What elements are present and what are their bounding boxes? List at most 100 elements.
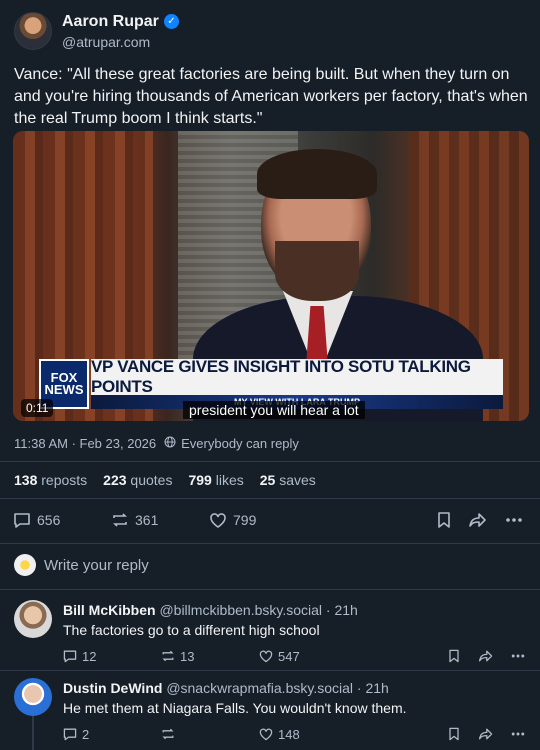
reply-author-handle[interactable]: @billmckibben.bsky.social <box>159 602 322 618</box>
repost-count: 13 <box>180 648 195 664</box>
stat-reposts-count: 138 <box>14 472 38 488</box>
repost-icon <box>162 650 174 662</box>
repost-button[interactable]: 13 <box>160 648 194 664</box>
more-icon <box>506 518 522 522</box>
like-count: 799 <box>233 512 257 528</box>
video-frame-person-beard <box>275 241 359 301</box>
stat-saves-count: 25 <box>259 472 276 488</box>
heart-icon <box>210 513 226 528</box>
avatar[interactable] <box>14 12 52 50</box>
bookmark-icon <box>438 512 450 528</box>
reply-button[interactable]: 656 <box>12 510 60 530</box>
repost-count: 361 <box>135 512 159 528</box>
bookmark-button[interactable] <box>434 510 459 530</box>
bookmark-icon <box>449 649 459 663</box>
bookmark-button[interactable] <box>446 726 466 742</box>
divider <box>0 589 540 590</box>
bookmark-icon <box>449 727 459 741</box>
post-author[interactable]: Aaron Rupar ✓ @atrupar.com <box>14 12 179 50</box>
video-frame-person-hair <box>257 149 377 199</box>
reply-icon <box>63 728 77 741</box>
repost-button[interactable] <box>160 726 180 742</box>
share-icon <box>478 728 493 740</box>
share-icon <box>478 650 493 662</box>
share-icon <box>469 513 486 527</box>
more-options-button[interactable] <box>510 726 530 742</box>
like-count: 547 <box>278 648 300 664</box>
reply-actions: 2 148 <box>60 726 530 744</box>
reply-author-name[interactable]: Dustin DeWind <box>63 680 162 696</box>
repost-button[interactable]: 361 <box>110 510 158 530</box>
share-button[interactable] <box>478 726 498 742</box>
divider <box>0 498 540 499</box>
like-button[interactable]: 148 <box>258 726 300 742</box>
reply-composer[interactable]: Write your reply <box>14 554 149 576</box>
divider <box>0 670 540 671</box>
reply-text: He met them at Niagara Falls. You wouldn… <box>63 700 407 716</box>
stat-reposts-label: reposts <box>41 472 88 488</box>
more-options-button[interactable] <box>510 648 530 664</box>
heart-icon <box>259 728 273 741</box>
stat-quotes-label: quotes <box>130 472 173 488</box>
divider <box>0 543 540 544</box>
stat-likes-count: 799 <box>188 472 212 488</box>
reply-author-name[interactable]: Bill McKibben <box>63 602 156 618</box>
like-count: 148 <box>278 726 300 742</box>
reply-text: The factories go to a different high sch… <box>63 622 320 638</box>
stat-reposts[interactable]: 138 reposts <box>14 472 87 488</box>
stat-quotes-count: 223 <box>103 472 127 488</box>
stat-likes[interactable]: 799 likes <box>188 472 243 488</box>
thread-line <box>32 716 34 750</box>
more-icon <box>511 654 525 658</box>
reply-header: Bill McKibben @billmckibben.bsky.social … <box>63 602 358 618</box>
avatar[interactable] <box>14 678 52 716</box>
reply-button[interactable]: 12 <box>62 648 96 664</box>
globe-icon <box>164 436 176 451</box>
post-stats: 138 reposts 223 quotes 799 likes 25 save… <box>14 472 332 488</box>
reply-button[interactable]: 2 <box>62 726 89 742</box>
share-button[interactable] <box>478 648 498 664</box>
reply-visibility[interactable]: Everybody can reply <box>181 436 299 451</box>
divider <box>0 461 540 462</box>
post-text: Vance: "All these great factories are be… <box>14 66 528 127</box>
stat-likes-label: likes <box>215 472 244 488</box>
heart-icon <box>259 650 273 663</box>
reply-placeholder[interactable]: Write your reply <box>44 557 149 574</box>
repost-icon <box>113 513 127 527</box>
author-name-row[interactable]: Aaron Rupar ✓ <box>62 13 179 31</box>
fox-news-logo-line2: NEWS <box>44 382 84 397</box>
more-icon <box>511 732 525 736</box>
current-user-avatar <box>14 554 36 576</box>
stat-quotes[interactable]: 223 quotes <box>103 472 172 488</box>
author-name[interactable]: Aaron Rupar <box>62 13 159 31</box>
stat-saves[interactable]: 25 saves <box>260 472 316 488</box>
reply-author-handle[interactable]: @snackwrapmafia.bsky.social <box>166 680 353 696</box>
post-meta: 11:38 AM · Feb 23, 2026 Everybody can re… <box>14 436 299 451</box>
video-timestamp: 0:11 <box>21 399 54 417</box>
video-caption: president you will hear a lot <box>183 401 365 419</box>
post-time[interactable]: 11:38 AM · Feb 23, 2026 <box>14 436 156 451</box>
reply-age: · 21h <box>325 602 358 618</box>
verified-badge-icon: ✓ <box>163 14 179 29</box>
reply-icon <box>14 513 30 528</box>
reply-age: · 21h <box>356 680 389 696</box>
video-player[interactable]: FOX NEWS VP VANCE GIVES INSIGHT INTO SOT… <box>13 131 529 421</box>
chyron-headline: VP VANCE GIVES INSIGHT INTO SOTU TALKING… <box>91 357 503 396</box>
reply-header: Dustin DeWind @snackwrapmafia.bsky.socia… <box>63 680 389 696</box>
author-text: Aaron Rupar ✓ @atrupar.com <box>62 13 179 50</box>
share-button[interactable] <box>468 510 493 530</box>
reply-count: 2 <box>82 726 90 742</box>
bookmark-button[interactable] <box>446 648 466 664</box>
reply-count: 12 <box>82 648 97 664</box>
author-handle[interactable]: @atrupar.com <box>62 34 179 50</box>
more-options-button[interactable] <box>504 510 529 530</box>
reply-count: 656 <box>37 512 61 528</box>
reply-icon <box>63 650 77 663</box>
stat-saves-label: saves <box>279 472 316 488</box>
reply-actions: 12 13 547 <box>60 648 530 666</box>
repost-icon <box>162 728 174 740</box>
like-button[interactable]: 799 <box>208 510 256 530</box>
like-button[interactable]: 547 <box>258 648 300 664</box>
post-actions: 656 361 799 <box>12 510 528 532</box>
avatar[interactable] <box>14 600 52 638</box>
